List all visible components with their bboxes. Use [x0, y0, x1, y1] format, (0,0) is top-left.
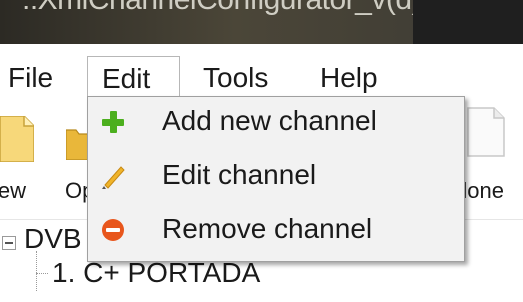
menu-item-edit-channel[interactable]: Edit channel	[88, 153, 464, 203]
clone-button-label: Clone	[462, 178, 504, 203]
menu-item-label: Add new channel	[162, 105, 377, 136]
window-titlebar: ::XmlChannelConfigurator_v(d)_0.8::	[0, 0, 523, 44]
clone-button[interactable]: Clone	[462, 100, 523, 218]
menu-item-label: Edit channel	[162, 159, 317, 190]
new-button[interactable]: New	[0, 100, 50, 218]
menubar: File Edit Tools Help	[0, 44, 523, 100]
tree-connector-vertical	[36, 251, 37, 291]
open-button-label: Open	[65, 178, 89, 203]
remove-icon	[102, 219, 124, 241]
menu-edit[interactable]: Edit	[87, 56, 180, 100]
menu-item-add-channel[interactable]: Add new channel	[88, 99, 464, 149]
menu-help[interactable]: Help	[312, 58, 386, 98]
menu-item-remove-channel[interactable]: Remove channel	[88, 207, 464, 257]
edit-dropdown-menu: Add new channel Edit channel Remove chan…	[87, 96, 465, 262]
clone-document-icon	[467, 107, 505, 157]
menu-file[interactable]: File	[0, 58, 61, 98]
menu-edit-label: Edit	[102, 63, 151, 94]
plus-icon	[102, 111, 124, 133]
tree-connector-horizontal	[36, 273, 48, 274]
menu-tools[interactable]: Tools	[195, 58, 276, 98]
new-file-icon	[0, 116, 34, 162]
new-button-label: New	[0, 178, 27, 203]
tree-collapse-toggle[interactable]	[2, 236, 16, 250]
titlebar-controls-area	[413, 0, 523, 44]
menu-item-label: Remove channel	[162, 213, 373, 244]
pencil-icon	[102, 166, 125, 189]
tree-root-node[interactable]: DVB	[24, 223, 82, 255]
